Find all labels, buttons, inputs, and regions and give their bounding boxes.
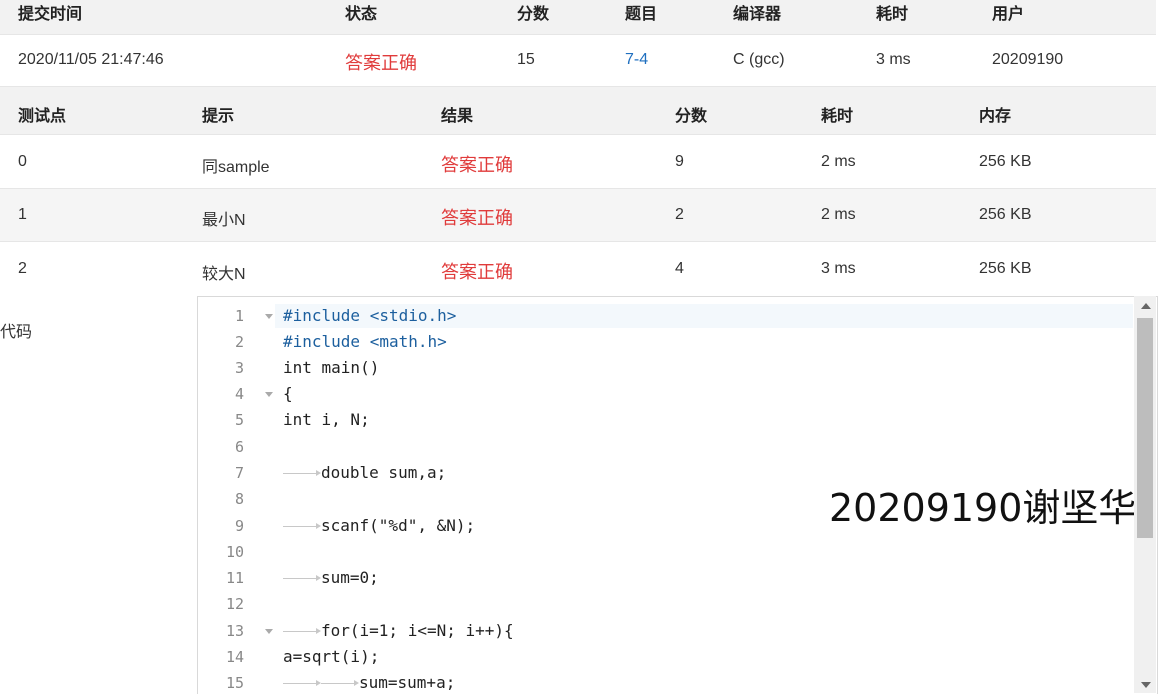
score-text: 15 [517, 51, 535, 68]
submit-time: 2020/11/05 21:47:46 [18, 51, 164, 68]
fold-arrow-icon[interactable] [265, 314, 273, 319]
test-time: 3 ms [821, 260, 856, 277]
code-line: #include <stdio.h> [283, 303, 456, 329]
header-status: 状态 [345, 6, 378, 23]
line-number: 5 [234, 411, 244, 429]
compiler-text: C (gcc) [733, 51, 785, 68]
header-submit-time: 提交时间 [18, 6, 83, 23]
tab-indent-icon [283, 680, 321, 686]
test-result: 答案正确 [441, 208, 513, 228]
line-number: 2 [234, 333, 244, 351]
line-number: 7 [234, 464, 244, 482]
code-text: double sum,a; [321, 463, 447, 482]
test-hint: 较大N [202, 266, 246, 283]
test-memory: 256 KB [979, 260, 1032, 277]
test-hint: 最小N [202, 212, 246, 229]
header-test-time: 耗时 [821, 108, 854, 125]
tab-indent-icon [283, 628, 321, 634]
tab-indent-icon [283, 575, 321, 581]
scrollbar[interactable] [1134, 296, 1156, 693]
code-text: int main() [283, 358, 380, 377]
test-id: 1 [18, 206, 27, 223]
header-test-score: 分数 [675, 108, 708, 125]
line-number: 4 [234, 385, 244, 403]
code-text: int i, N; [283, 410, 370, 429]
line-number: 9 [234, 517, 244, 535]
code-text: #include <stdio.h> [283, 306, 457, 325]
fold-arrow-icon[interactable] [265, 392, 273, 397]
code-text: #include <math.h> [283, 332, 447, 351]
watermark-text: 20209190谢坚华 [829, 486, 1137, 530]
user-text: 20209190 [992, 51, 1064, 68]
header-elapsed: 耗时 [876, 6, 909, 23]
code-text: sum=sum+a; [359, 673, 456, 692]
test-time: 2 ms [821, 153, 856, 170]
test-result: 答案正确 [441, 262, 513, 282]
table-row: 2 较大N 答案正确 4 3 ms 256 KB [0, 242, 1156, 294]
table-row: 0 同sample 答案正确 9 2 ms 256 KB [0, 135, 1156, 189]
test-score: 9 [675, 153, 684, 170]
line-number: 6 [234, 438, 244, 456]
line-number: 1 [234, 307, 244, 325]
code-line: sum=sum+a; [283, 670, 455, 694]
line-number: 14 [225, 648, 244, 666]
code-text: a=sqrt(i); [283, 647, 380, 666]
line-number: 13 [225, 622, 244, 640]
header-test-id: 测试点 [18, 108, 67, 125]
test-memory: 256 KB [979, 206, 1032, 223]
scrollbar-thumb[interactable] [1137, 318, 1153, 538]
tab-indent-icon [283, 470, 321, 476]
table-row: 1 最小N 答案正确 2 2 ms 256 KB [0, 189, 1156, 242]
line-number: 8 [234, 490, 244, 508]
test-hint: 同sample [202, 159, 270, 176]
code-line: int i, N; [283, 407, 370, 433]
fold-arrow-icon[interactable] [265, 629, 273, 634]
problem-link[interactable]: 7-4 [625, 51, 648, 69]
code-line: for(i=1; i<=N; i++){ [283, 618, 514, 644]
test-score: 4 [675, 260, 684, 277]
code-text: scanf("%d", &N); [321, 516, 476, 535]
header-user: 用户 [992, 6, 1025, 23]
scroll-down-icon[interactable] [1141, 682, 1151, 688]
header-problem: 题目 [625, 6, 658, 23]
test-id: 0 [18, 153, 27, 170]
test-score: 2 [675, 206, 684, 223]
line-number: 11 [225, 569, 244, 587]
submission-header-row: 提交时间 状态 分数 题目 编译器 耗时 用户 [0, 0, 1156, 35]
code-line: sum=0; [283, 565, 379, 591]
header-score: 分数 [517, 6, 550, 23]
code-line: #include <math.h> [283, 329, 447, 355]
code-line: { [283, 381, 293, 407]
scroll-up-icon[interactable] [1141, 303, 1151, 309]
code-line: a=sqrt(i); [283, 644, 379, 670]
header-hint: 提示 [202, 108, 235, 125]
code-line: scanf("%d", &N); [283, 513, 475, 539]
code-line: int main() [283, 355, 379, 381]
code-label: 代码 [0, 324, 33, 341]
header-result: 结果 [441, 108, 474, 125]
elapsed-text: 3 ms [876, 51, 911, 68]
code-text: { [283, 384, 293, 403]
status-text: 答案正确 [345, 53, 417, 73]
line-number: 3 [234, 359, 244, 377]
submission-row: 2020/11/05 21:47:46 答案正确 15 7-4 C (gcc) … [0, 34, 1156, 87]
tab-indent-icon [321, 680, 359, 686]
test-time: 2 ms [821, 206, 856, 223]
header-memory: 内存 [979, 108, 1012, 125]
code-line: double sum,a; [283, 460, 446, 486]
line-number-gutter: 1 2 3 4 5 6 7 8 9 10 11 12 13 14 15 [198, 297, 273, 694]
line-number: 12 [225, 595, 244, 613]
code-text: sum=0; [321, 568, 379, 587]
code-text: for(i=1; i<=N; i++){ [321, 621, 514, 640]
line-number: 15 [225, 674, 244, 692]
header-compiler: 编译器 [733, 6, 782, 23]
test-id: 2 [18, 260, 27, 277]
tests-header-row: 测试点 提示 结果 分数 耗时 内存 [0, 87, 1156, 135]
line-number: 10 [225, 543, 244, 561]
test-result: 答案正确 [441, 155, 513, 175]
tab-indent-icon [283, 523, 321, 529]
test-memory: 256 KB [979, 153, 1032, 170]
